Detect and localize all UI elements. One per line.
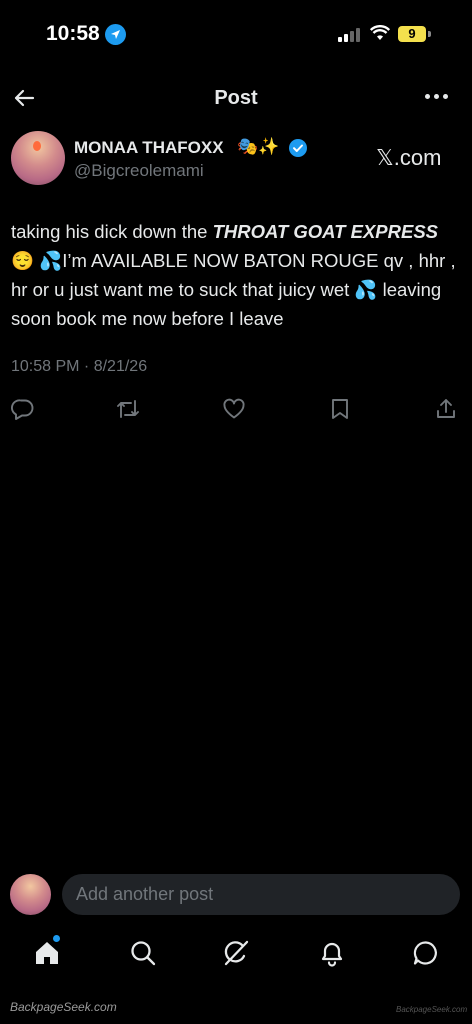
messages-icon[interactable]	[412, 939, 440, 967]
home-icon[interactable]	[33, 939, 61, 967]
reply-icon[interactable]	[11, 397, 35, 421]
status-time: 10:58	[46, 22, 100, 45]
post-text-part2: 😌 💦I’m AVAILABLE NOW BATON ROUGE qv , hh…	[11, 250, 456, 329]
watermark-left: BackpageSeek.com	[10, 1000, 117, 1014]
post-text-part1: taking his dick down the	[11, 221, 213, 242]
author-name-emoji: 🎭✨	[237, 137, 280, 156]
author-handle[interactable]: @Bigcreolemami	[74, 161, 204, 181]
repost-icon[interactable]	[116, 397, 140, 421]
reply-box[interactable]	[62, 874, 460, 915]
author-avatar[interactable]	[11, 131, 65, 185]
search-icon[interactable]	[129, 939, 157, 967]
reply-input[interactable]	[76, 884, 436, 905]
cellular-signal-icon	[338, 28, 360, 42]
wifi-icon	[369, 25, 391, 46]
like-icon[interactable]	[222, 397, 246, 421]
post-text-bold: THROAT GOAT EXPRESS	[212, 221, 439, 242]
more-options-icon[interactable]	[425, 94, 448, 99]
home-notification-dot	[53, 935, 60, 942]
verified-badge-icon	[289, 139, 307, 157]
x-com-watermark: 𝕏.com	[376, 145, 442, 170]
battery-icon: 9	[398, 26, 426, 42]
post-timestamp: 10:58 PM · 8/21/26	[11, 358, 148, 375]
share-icon[interactable]	[434, 397, 458, 421]
page-title: Post	[214, 87, 258, 109]
battery-tip	[428, 31, 431, 37]
watermark-right: BackpageSeek.com	[396, 1005, 468, 1014]
post-text: taking his dick down the THROAT GOAT EXP…	[11, 217, 463, 333]
reply-avatar	[10, 874, 51, 915]
bookmark-icon[interactable]	[328, 397, 352, 421]
author-name[interactable]: MONAA THAFOXX	[74, 138, 224, 158]
grok-icon[interactable]	[222, 939, 250, 967]
notifications-icon[interactable]	[318, 939, 346, 967]
location-arrow-icon	[105, 24, 126, 45]
